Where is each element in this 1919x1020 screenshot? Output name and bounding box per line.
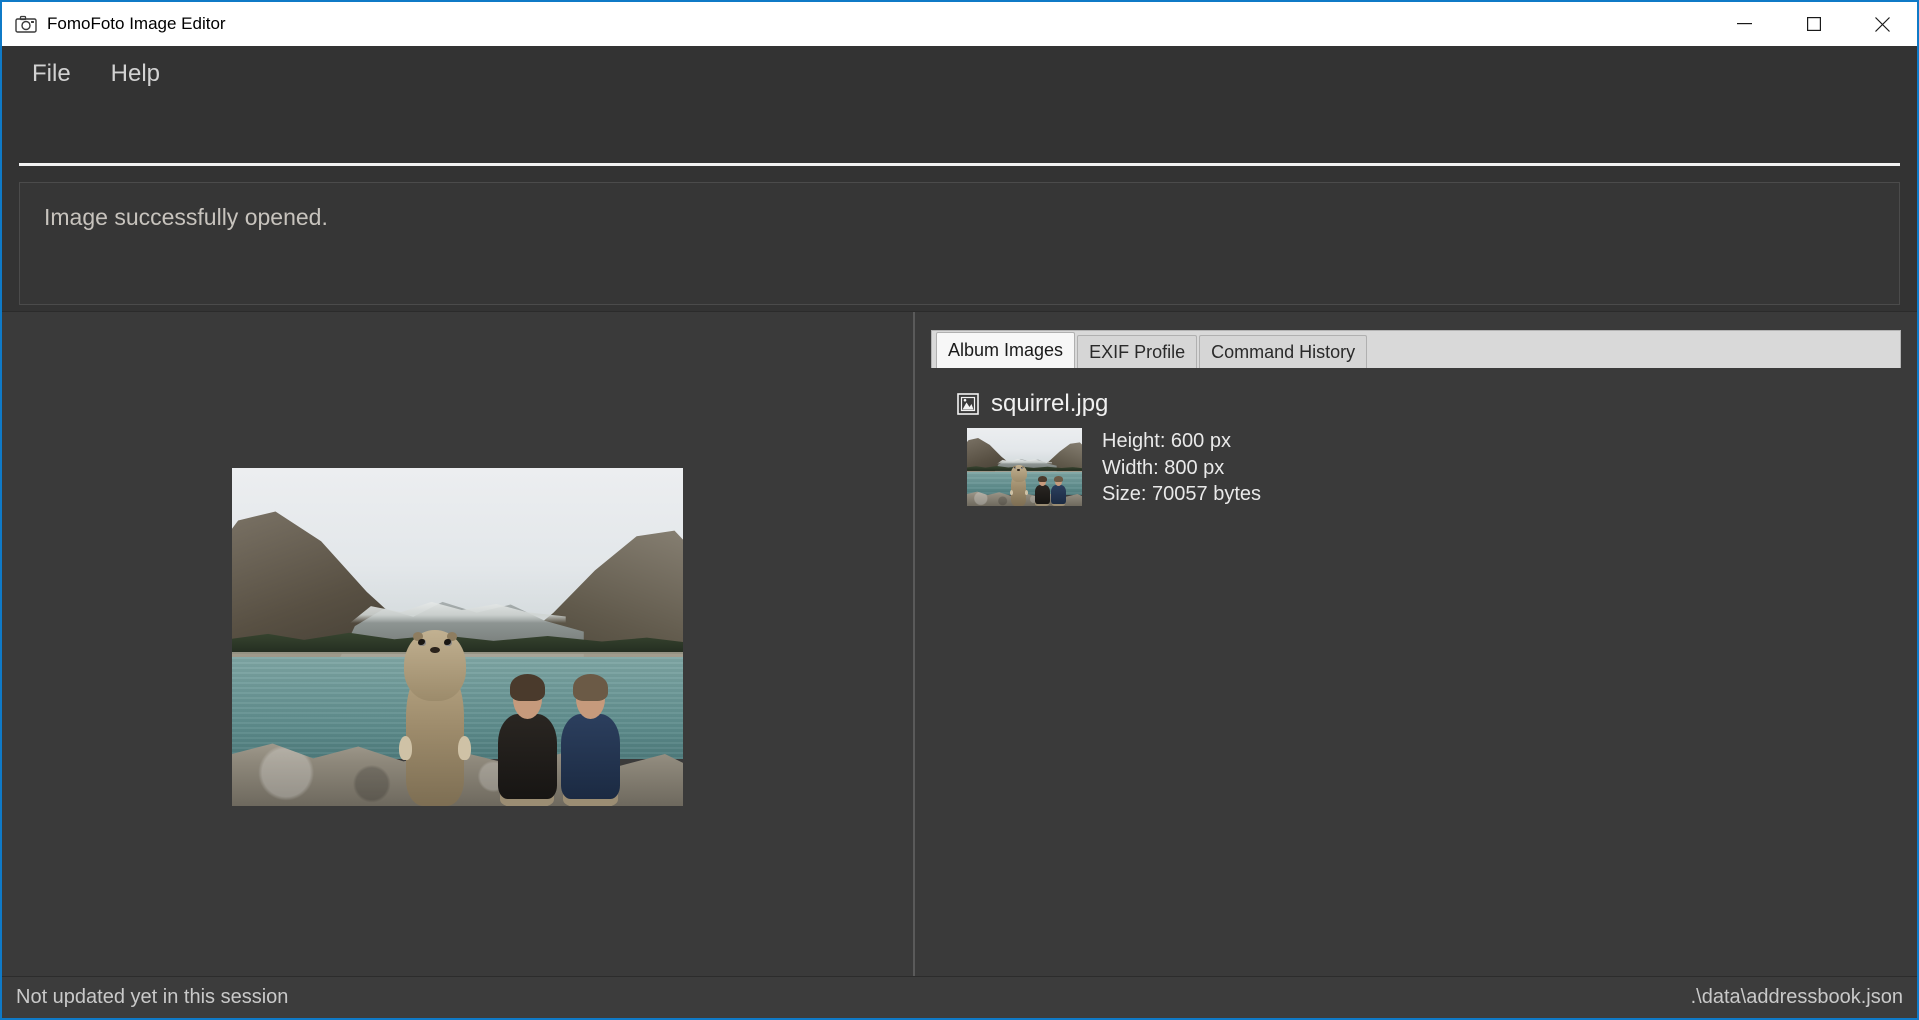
command-input[interactable] bbox=[19, 109, 1900, 166]
metadata-width: Width: 800 px bbox=[1102, 456, 1225, 479]
menu-bar: File Help bbox=[2, 46, 1917, 103]
metadata-size: Size: 70057 bytes bbox=[1102, 483, 1261, 506]
result-display-panel: Image successfully opened. bbox=[19, 182, 1900, 305]
result-message: Image successfully opened. bbox=[44, 204, 328, 230]
menu-item-help[interactable]: Help bbox=[99, 57, 172, 91]
maximize-icon bbox=[1806, 17, 1821, 31]
minimize-icon bbox=[1737, 23, 1752, 25]
picture-icon bbox=[957, 393, 979, 415]
tab-bar: Album Images EXIF Profile Command Histor… bbox=[931, 330, 1901, 368]
main-content: Album Images EXIF Profile Command Histor… bbox=[2, 311, 1917, 976]
image-preview[interactable] bbox=[232, 468, 683, 806]
menu-item-file[interactable]: File bbox=[20, 57, 83, 91]
title-bar: FomoFoto Image Editor bbox=[2, 2, 1917, 46]
preview-artwork bbox=[232, 468, 683, 806]
minimize-button[interactable] bbox=[1710, 2, 1779, 46]
app-window: FomoFoto Image Editor File Help Image su… bbox=[0, 0, 1919, 1020]
title-bar-left: FomoFoto Image Editor bbox=[2, 14, 1710, 34]
status-sync-text: Not updated yet in this session bbox=[16, 986, 289, 1008]
album-item-filename: squirrel.jpg bbox=[991, 390, 1109, 417]
close-button[interactable] bbox=[1848, 2, 1917, 46]
command-input-container bbox=[2, 103, 1917, 172]
side-pane: Album Images EXIF Profile Command Histor… bbox=[915, 312, 1917, 976]
tab-album-images[interactable]: Album Images bbox=[936, 332, 1076, 368]
album-item-thumbnail[interactable] bbox=[967, 428, 1082, 506]
tab-panel-album-images: squirrel.jpg Height: 600 px Width: 800 p… bbox=[931, 368, 1901, 976]
thumbnail-artwork bbox=[967, 428, 1082, 506]
close-icon bbox=[1875, 16, 1890, 32]
album-item-body: Height: 600 px Width: 800 px Size: 70057… bbox=[957, 428, 1901, 508]
album-item-metadata: Height: 600 px Width: 800 px Size: 70057… bbox=[1102, 428, 1261, 508]
album-list-item[interactable]: squirrel.jpg Height: 600 px Width: 800 p… bbox=[957, 390, 1901, 508]
tab-command-history[interactable]: Command History bbox=[1199, 335, 1368, 368]
image-preview-pane bbox=[2, 312, 913, 976]
camera-icon bbox=[15, 14, 37, 34]
status-bar: Not updated yet in this session .\data\a… bbox=[2, 976, 1917, 1018]
album-item-header: squirrel.jpg bbox=[957, 390, 1901, 418]
metadata-height: Height: 600 px bbox=[1102, 430, 1231, 452]
maximize-button[interactable] bbox=[1779, 2, 1848, 46]
tab-exif-profile[interactable]: EXIF Profile bbox=[1077, 335, 1198, 368]
window-controls bbox=[1710, 2, 1917, 46]
status-file-path: .\data\addressbook.json bbox=[1690, 986, 1903, 1008]
window-title: FomoFoto Image Editor bbox=[47, 14, 226, 33]
result-panel-container: Image successfully opened. bbox=[2, 172, 1917, 311]
